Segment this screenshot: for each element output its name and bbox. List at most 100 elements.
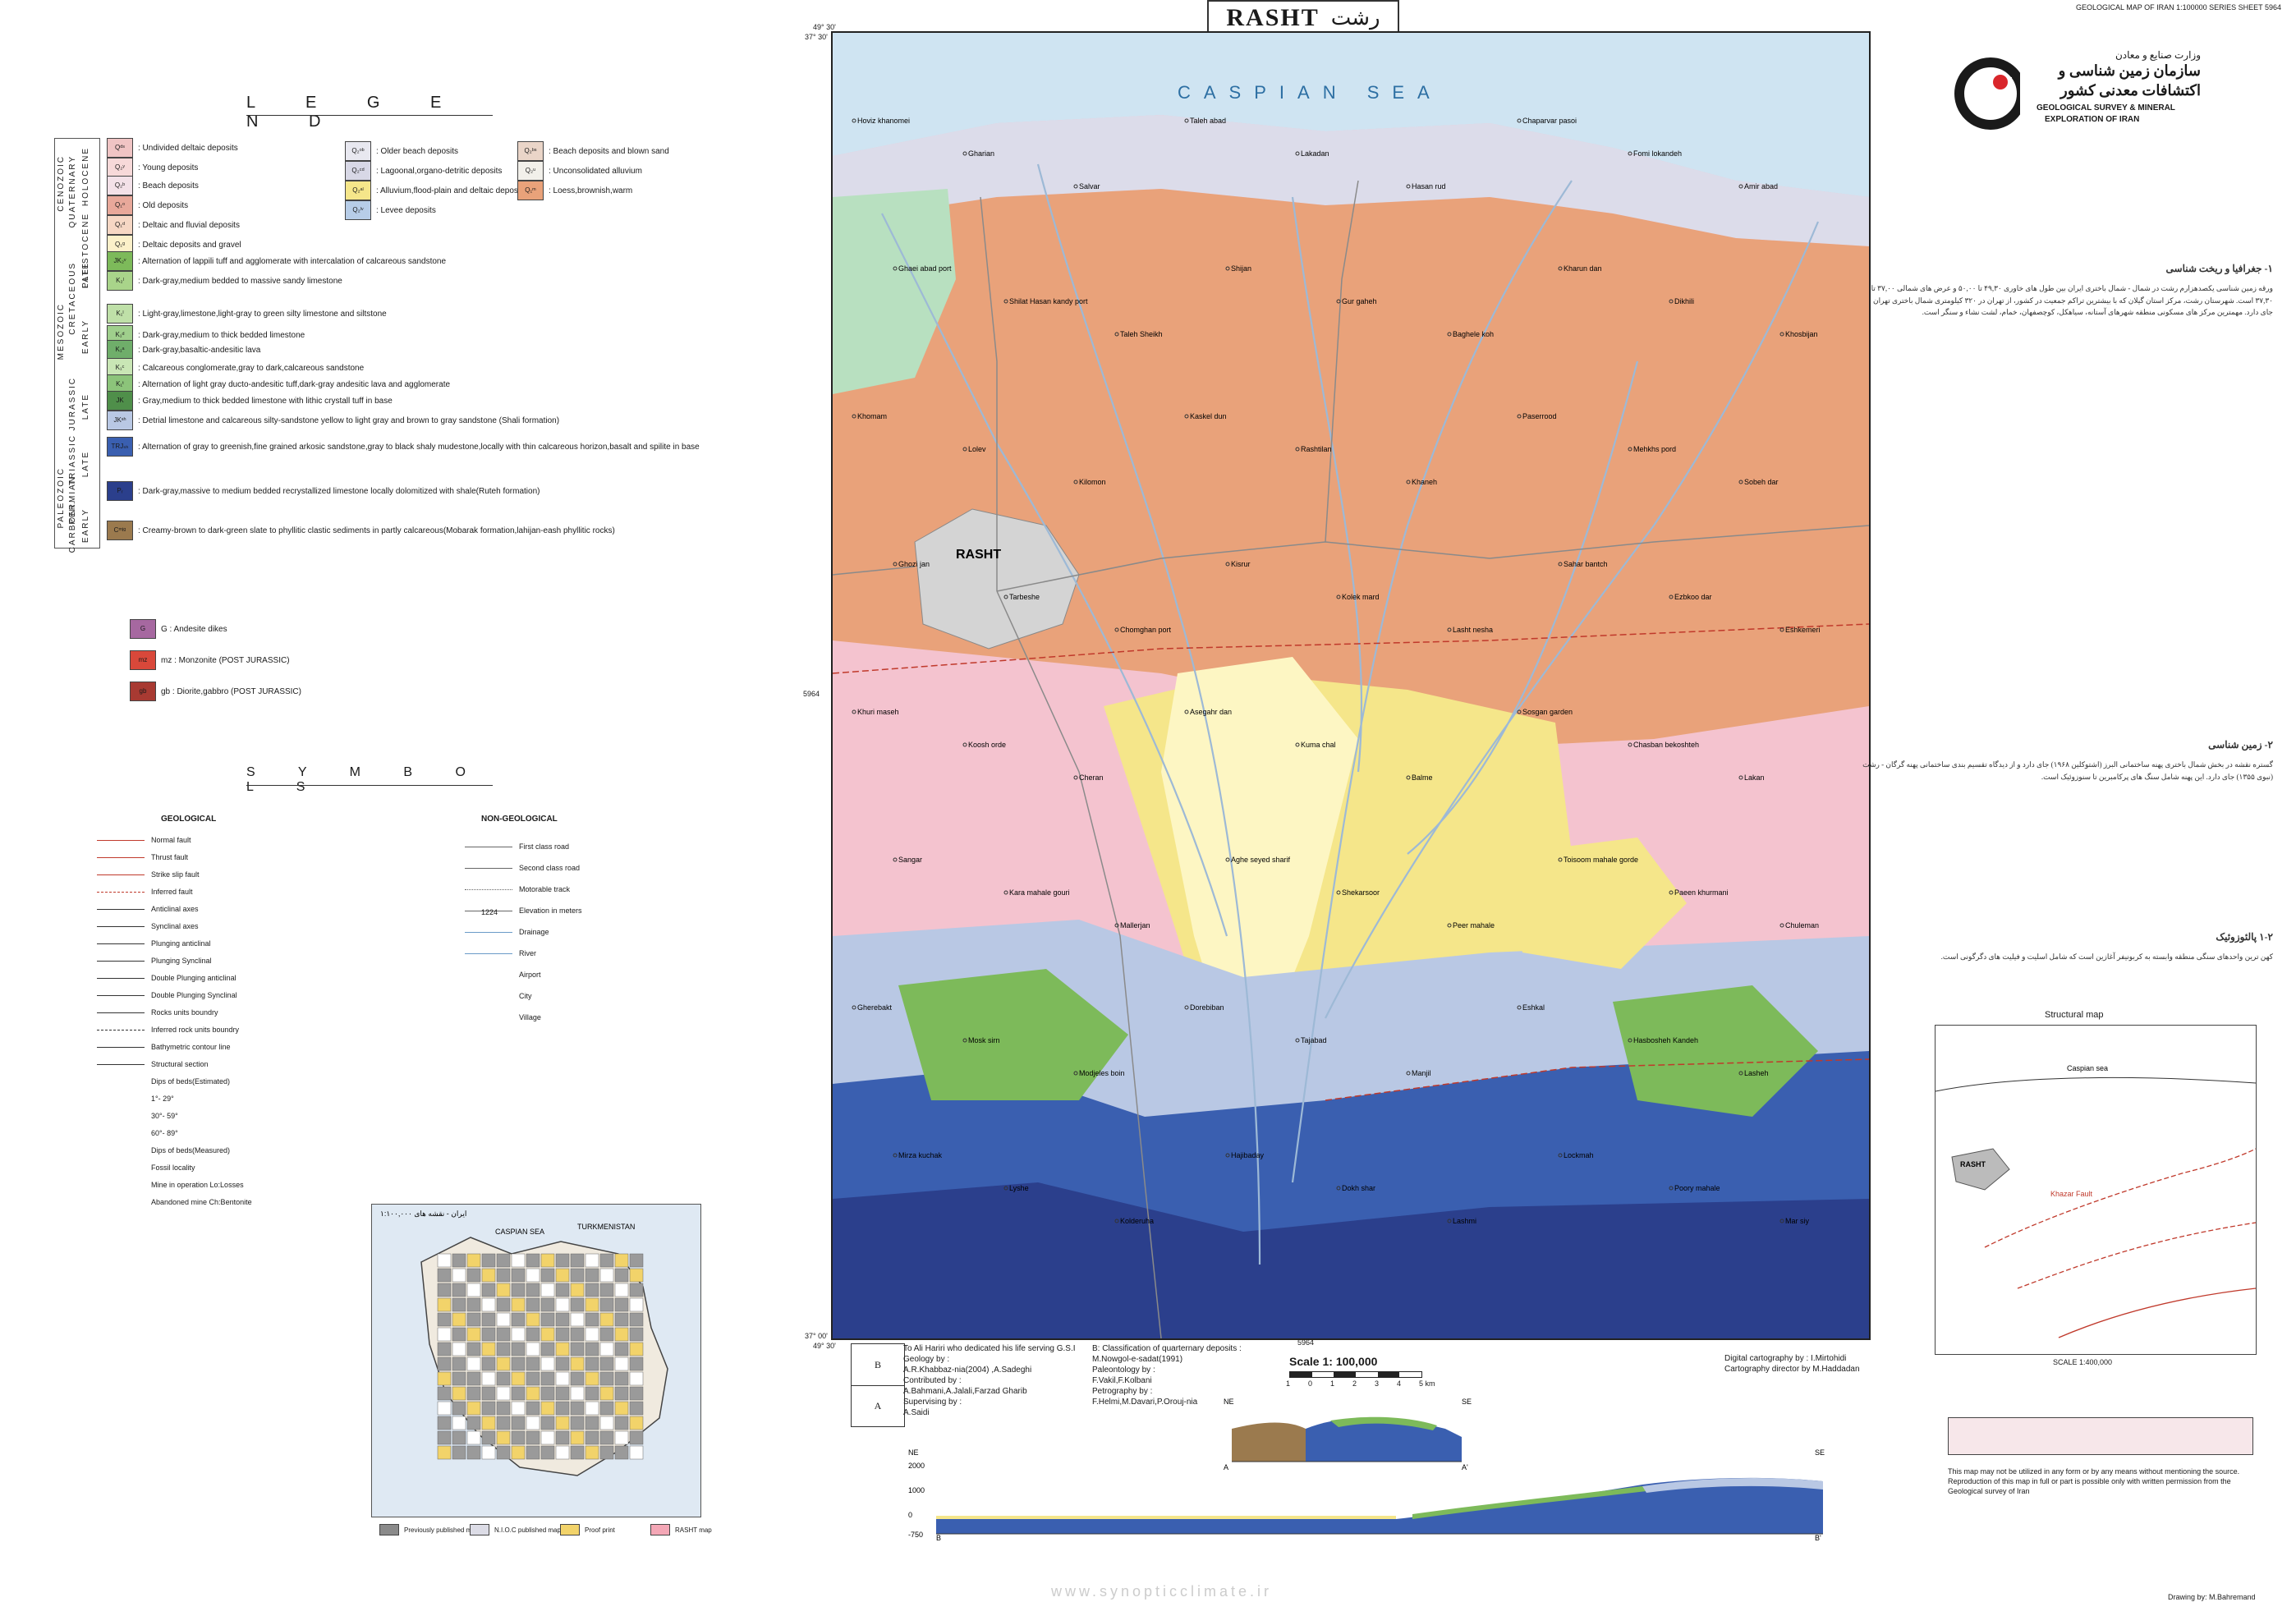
symbol-line (97, 1133, 145, 1134)
place-label[interactable]: Eshkemeri (1785, 626, 1821, 634)
place-label[interactable]: Chomghan port (1120, 626, 1172, 634)
place-label[interactable]: Aghe seyed sharif (1231, 856, 1291, 864)
place-label[interactable]: Kolderuha (1120, 1217, 1154, 1225)
place-label[interactable]: Salvar (1079, 182, 1100, 190)
place-label[interactable]: Ghozi jan (898, 560, 930, 568)
place-label[interactable]: Baghele koh (1453, 330, 1494, 338)
place-label[interactable]: Lasht nesha (1453, 626, 1493, 634)
index-sheet-cell (511, 1342, 526, 1356)
place-label[interactable]: Lasheh (1744, 1069, 1769, 1077)
legend-unit-right-row: Q₁ᵐ: Loess,brownish,warm (517, 181, 632, 200)
structural-fault-2 (2017, 1222, 2257, 1289)
index-sheet-cell (466, 1416, 481, 1430)
place-label[interactable]: Mirza kuchak (898, 1151, 943, 1159)
geological-map[interactable]: CASPIAN SEA RASHT Hoviz khanomei Gharian S… (831, 31, 1871, 1340)
place-label[interactable]: Modjeles boin (1079, 1069, 1125, 1077)
place-label[interactable]: Chasban bekoshteh (1633, 741, 1699, 749)
place-label[interactable]: Mallerjan (1120, 921, 1150, 930)
place-label[interactable]: Shekarsoor (1342, 888, 1380, 897)
place-label[interactable]: Taleh Sheikh (1120, 330, 1163, 338)
place-label[interactable]: Toisoom mahale gorde (1564, 856, 1638, 864)
index-sheet-cell (599, 1342, 614, 1356)
place-label[interactable]: Kuma chal (1301, 741, 1336, 749)
place-label[interactable]: Sosgan garden (1522, 708, 1573, 716)
place-label[interactable]: Sangar (898, 856, 922, 864)
place-label[interactable]: Ghaei abad port (898, 264, 952, 273)
place-label[interactable]: Paeen khurmani (1674, 888, 1729, 897)
place-label[interactable]: Shijan (1231, 264, 1251, 273)
symbol-geological-row: 1°- 29° (97, 1095, 174, 1103)
place-label[interactable]: Koosh orde (968, 741, 1006, 749)
index-sheet-cell (540, 1445, 555, 1460)
place-label[interactable]: Lashmi (1453, 1217, 1476, 1225)
place-label[interactable]: Kara mahale gouri (1009, 888, 1070, 897)
place-label[interactable]: Khosbijan (1785, 330, 1818, 338)
index-sheet-cell (496, 1253, 511, 1268)
index-sheet-cell (585, 1297, 599, 1312)
place-label[interactable]: Chuleman (1785, 921, 1819, 930)
place-label[interactable]: Sobeh dar (1744, 478, 1779, 486)
place-label[interactable]: Lockmah (1564, 1151, 1594, 1159)
index-sheet-cell (570, 1445, 585, 1460)
place-label[interactable]: Gharian (968, 149, 994, 158)
legend-unit-row: Qᵈˢ: Undivided deltaic deposits (107, 138, 238, 158)
place-label[interactable]: Khuri maseh (857, 708, 899, 716)
section-b-elev-top: 2000 (908, 1462, 925, 1470)
index-sheet-cell (585, 1371, 599, 1386)
index-sheet-cell (466, 1401, 481, 1416)
place-label[interactable]: Kaskel dun (1190, 412, 1227, 420)
symbol-geological-row: Structural section (97, 1060, 209, 1068)
place-label[interactable]: Paserrood (1522, 412, 1557, 420)
place-label[interactable]: Chaparvar pasoi (1522, 117, 1577, 125)
place-label[interactable]: Amir abad (1744, 182, 1778, 190)
place-label[interactable]: Kolek mard (1342, 593, 1380, 601)
place-label[interactable]: Sahar bantch (1564, 560, 1608, 568)
place-label[interactable]: Hasbosheh Kandeh (1633, 1036, 1698, 1044)
place-label[interactable]: Hasan rud (1412, 182, 1446, 190)
place-label[interactable]: Gherebakt (857, 1003, 893, 1012)
place-label[interactable]: Taleh abad (1190, 117, 1226, 125)
place-label[interactable]: Lolev (968, 445, 986, 453)
index-sheet-cell (526, 1445, 540, 1460)
place-label[interactable]: Khomam (857, 412, 887, 420)
place-label[interactable]: Lyshe (1009, 1184, 1029, 1192)
map-svg[interactable]: CASPIAN SEA RASHT Hoviz khanomei Gharian S… (833, 33, 1869, 1338)
place-label[interactable]: Peer mahale (1453, 921, 1495, 930)
symbol-label: Double Plunging Synclinal (151, 991, 237, 999)
place-label[interactable]: Dorebiban (1190, 1003, 1224, 1012)
place-label[interactable]: Kharun dan (1564, 264, 1602, 273)
place-label[interactable]: Asegahr dan (1190, 708, 1232, 716)
symbol-label: 30°- 59° (151, 1112, 178, 1120)
place-label[interactable]: Ezbkoo dar (1674, 593, 1712, 601)
place-label[interactable]: Poory mahale (1674, 1184, 1720, 1192)
place-label[interactable]: Kisrur (1231, 560, 1251, 568)
scale-bar-seg (1399, 1372, 1421, 1377)
place-label[interactable]: Hoviz khanomei (857, 117, 910, 125)
legend-unit-label: : Deltaic deposits and gravel (138, 240, 241, 250)
place-label[interactable]: Gur gaheh (1342, 297, 1377, 305)
place-label[interactable]: Fomi lokandeh (1633, 149, 1682, 158)
place-label[interactable]: Tarbeshe (1009, 593, 1040, 601)
place-label[interactable]: Mehkhs pord (1633, 445, 1676, 453)
place-label[interactable]: Cheran (1079, 773, 1104, 782)
symbol-line (465, 996, 512, 997)
place-label[interactable]: Dokh shar (1342, 1184, 1375, 1192)
place-label[interactable]: Hajibaday (1231, 1151, 1265, 1159)
index-sheet-cell (452, 1445, 466, 1460)
place-label[interactable]: Lakadan (1301, 149, 1329, 158)
place-label[interactable]: Khaneh (1412, 478, 1437, 486)
place-label[interactable]: Eshkal (1522, 1003, 1545, 1012)
place-label[interactable]: Rashtilan (1301, 445, 1332, 453)
place-label[interactable]: Balme (1412, 773, 1433, 782)
place-label[interactable]: Dikhili (1674, 297, 1694, 305)
place-label[interactable]: Manjil (1412, 1069, 1431, 1077)
place-label[interactable]: Shilat Hasan kandy port (1009, 297, 1088, 305)
inset-legend-swatch (560, 1524, 580, 1535)
place-label[interactable]: Lakan (1744, 773, 1765, 782)
place-label[interactable]: Kilomon (1079, 478, 1106, 486)
place-label[interactable]: Tajabad (1301, 1036, 1327, 1044)
index-sheet-cell (570, 1401, 585, 1416)
place-label[interactable]: Mosk sirn (968, 1036, 1000, 1044)
place-label[interactable]: Mar siy (1785, 1217, 1809, 1225)
watermark: www.synopticclimate.ir (1051, 1583, 1273, 1600)
